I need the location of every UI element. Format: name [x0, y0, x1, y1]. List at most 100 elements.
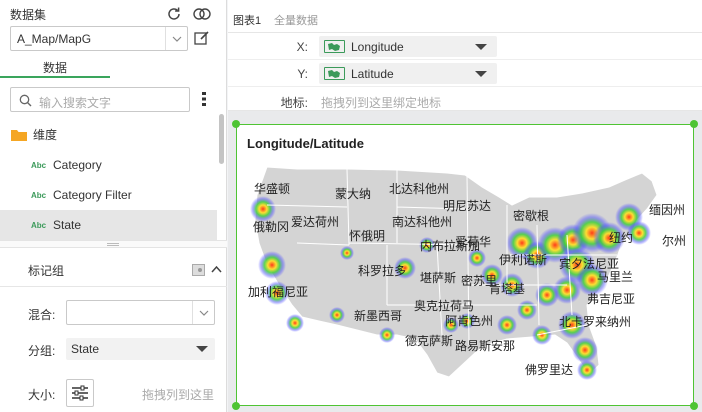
- mix-label: 混合:: [28, 308, 56, 322]
- heat-point: [379, 327, 395, 343]
- heat-point: [572, 337, 598, 363]
- chart-canvas: Longitude/Latitude 华盛顿 蒙大纳 北达科他州 明尼苏达 俄勒…: [228, 111, 702, 412]
- resize-handle[interactable]: [232, 402, 240, 410]
- dataset-select[interactable]: A_Map/MapG: [10, 26, 188, 51]
- x-label: X:: [296, 40, 308, 54]
- state-label: 南达科他州: [392, 215, 453, 229]
- heat-point: [532, 325, 552, 345]
- state-label: 缅因州: [649, 203, 686, 217]
- state-label: 伊利诺斯: [499, 253, 548, 267]
- folder-icon: [11, 129, 27, 141]
- geo-drop-placeholder[interactable]: 拖拽列到这里绑定地标: [321, 94, 441, 111]
- state-label: 爱达荷州: [291, 215, 340, 229]
- field-label: Category Filter: [53, 188, 132, 202]
- refresh-icon[interactable]: [164, 4, 184, 24]
- left-panel: 数据集 A_Map/MapG 数据 输入搜索文字 维度 Abc Category…: [0, 0, 227, 412]
- tab-chart1[interactable]: 图表1: [233, 12, 261, 28]
- dropdown-triangle-icon: [475, 71, 487, 77]
- heat-point: [329, 307, 345, 323]
- search-placeholder: 输入搜索文字: [39, 96, 112, 110]
- dataset-title: 数据集: [10, 8, 47, 22]
- chevron-down-icon: [165, 27, 187, 50]
- chart-tab-bar: 图表1 全量数据: [228, 0, 702, 33]
- marks-section-header: 标记组: [0, 255, 227, 287]
- heatmap-svg: [250, 166, 658, 380]
- text-type-icon: Abc: [31, 220, 47, 230]
- field-label: Category: [53, 158, 102, 172]
- group-label: 分组:: [28, 344, 56, 358]
- size-label: 大小:: [28, 388, 56, 402]
- state-label: 路易斯安那: [455, 339, 516, 353]
- state-label: 密歇根: [513, 209, 550, 223]
- resize-handle[interactable]: [690, 402, 698, 410]
- scrollbar[interactable]: [219, 114, 224, 164]
- geo-label: 地标:: [280, 96, 308, 110]
- heat-point: [497, 315, 517, 335]
- heat-point: [577, 360, 597, 380]
- field-label: State: [53, 218, 82, 232]
- dataset-value: A_Map/MapG: [17, 32, 92, 46]
- right-panel: 图表1 全量数据 X: Longitude Y: Latitude 地标: 拖拽…: [228, 0, 702, 412]
- tree-folder-dimension[interactable]: 维度: [0, 119, 217, 149]
- size-slider-icon[interactable]: [66, 379, 94, 407]
- x-axis-row: X: Longitude: [228, 34, 702, 60]
- state-label: 肯塔基: [489, 282, 526, 296]
- size-drop-placeholder: 拖拽列到这里: [142, 388, 215, 402]
- y-field-label: Latitude: [351, 66, 394, 81]
- dropdown-triangle-icon: [475, 44, 487, 50]
- state-label: 明尼苏达: [443, 199, 492, 213]
- state-label: 蒙大纳: [335, 187, 372, 201]
- x-field-pill[interactable]: Longitude: [319, 36, 497, 57]
- text-type-icon: Abc: [31, 190, 47, 200]
- field-item-selected[interactable]: Abc State: [0, 210, 217, 240]
- y-axis-row: Y: Latitude: [228, 61, 702, 87]
- y-field-pill[interactable]: Latitude: [319, 63, 497, 84]
- tab-underline: [0, 76, 110, 78]
- marks-title: 标记组: [28, 264, 65, 278]
- geo-row: 地标: 拖拽列到这里绑定地标: [228, 88, 702, 111]
- dataset-switch-icon[interactable]: [192, 4, 214, 24]
- state-label: 堪萨斯: [420, 271, 457, 285]
- field-item[interactable]: Abc Category Filter: [0, 180, 217, 210]
- y-label: Y:: [297, 67, 308, 81]
- search-input[interactable]: 输入搜索文字: [10, 87, 190, 112]
- tab-full-data[interactable]: 全量数据: [274, 12, 318, 28]
- x-field-label: Longitude: [351, 39, 404, 54]
- chevron-up-icon[interactable]: [211, 265, 222, 273]
- heat-point: [286, 314, 304, 332]
- grip-icon: [107, 243, 119, 246]
- mix-select[interactable]: [66, 300, 215, 325]
- state-label: 弗吉尼亚: [587, 292, 636, 306]
- heat-point: [340, 246, 354, 260]
- search-icon: [19, 94, 32, 107]
- state-label: 爱荷华: [455, 235, 492, 249]
- panel-splitter[interactable]: [0, 240, 227, 248]
- state-label: 加利福尼亚: [248, 285, 309, 299]
- field-item[interactable]: Abc Category: [0, 150, 217, 180]
- state-label: 科罗拉多: [358, 264, 407, 278]
- map-chart[interactable]: Longitude/Latitude 华盛顿 蒙大纳 北达科他州 明尼苏达 俄勒…: [236, 124, 694, 406]
- tag-icon[interactable]: [192, 264, 205, 276]
- state-label: 尔州: [662, 234, 687, 248]
- group-value: State: [71, 342, 100, 356]
- resize-handle[interactable]: [690, 120, 698, 128]
- group-select[interactable]: State: [66, 338, 215, 360]
- state-label: 马里兰: [597, 270, 634, 284]
- chevron-down-icon: [192, 301, 214, 324]
- heat-point: [258, 251, 286, 279]
- state-label: 华盛顿: [254, 182, 291, 196]
- more-options-icon[interactable]: [198, 90, 210, 108]
- edit-icon[interactable]: [193, 29, 211, 47]
- state-label: 佛罗里达: [525, 363, 574, 377]
- state-label: 阿肯色州: [445, 314, 494, 328]
- state-label: 纽约: [609, 231, 634, 245]
- dropdown-triangle-icon: [196, 346, 208, 352]
- state-label: 新墨西哥: [354, 309, 403, 323]
- heat-point: [517, 300, 537, 320]
- map-icon: [324, 67, 345, 80]
- resize-handle[interactable]: [232, 120, 240, 128]
- state-label: 怀俄明: [349, 229, 386, 243]
- state-label: 北达科他州: [389, 182, 450, 196]
- state-label: 德克萨斯: [405, 334, 454, 348]
- state-label: 俄勒冈: [253, 220, 290, 234]
